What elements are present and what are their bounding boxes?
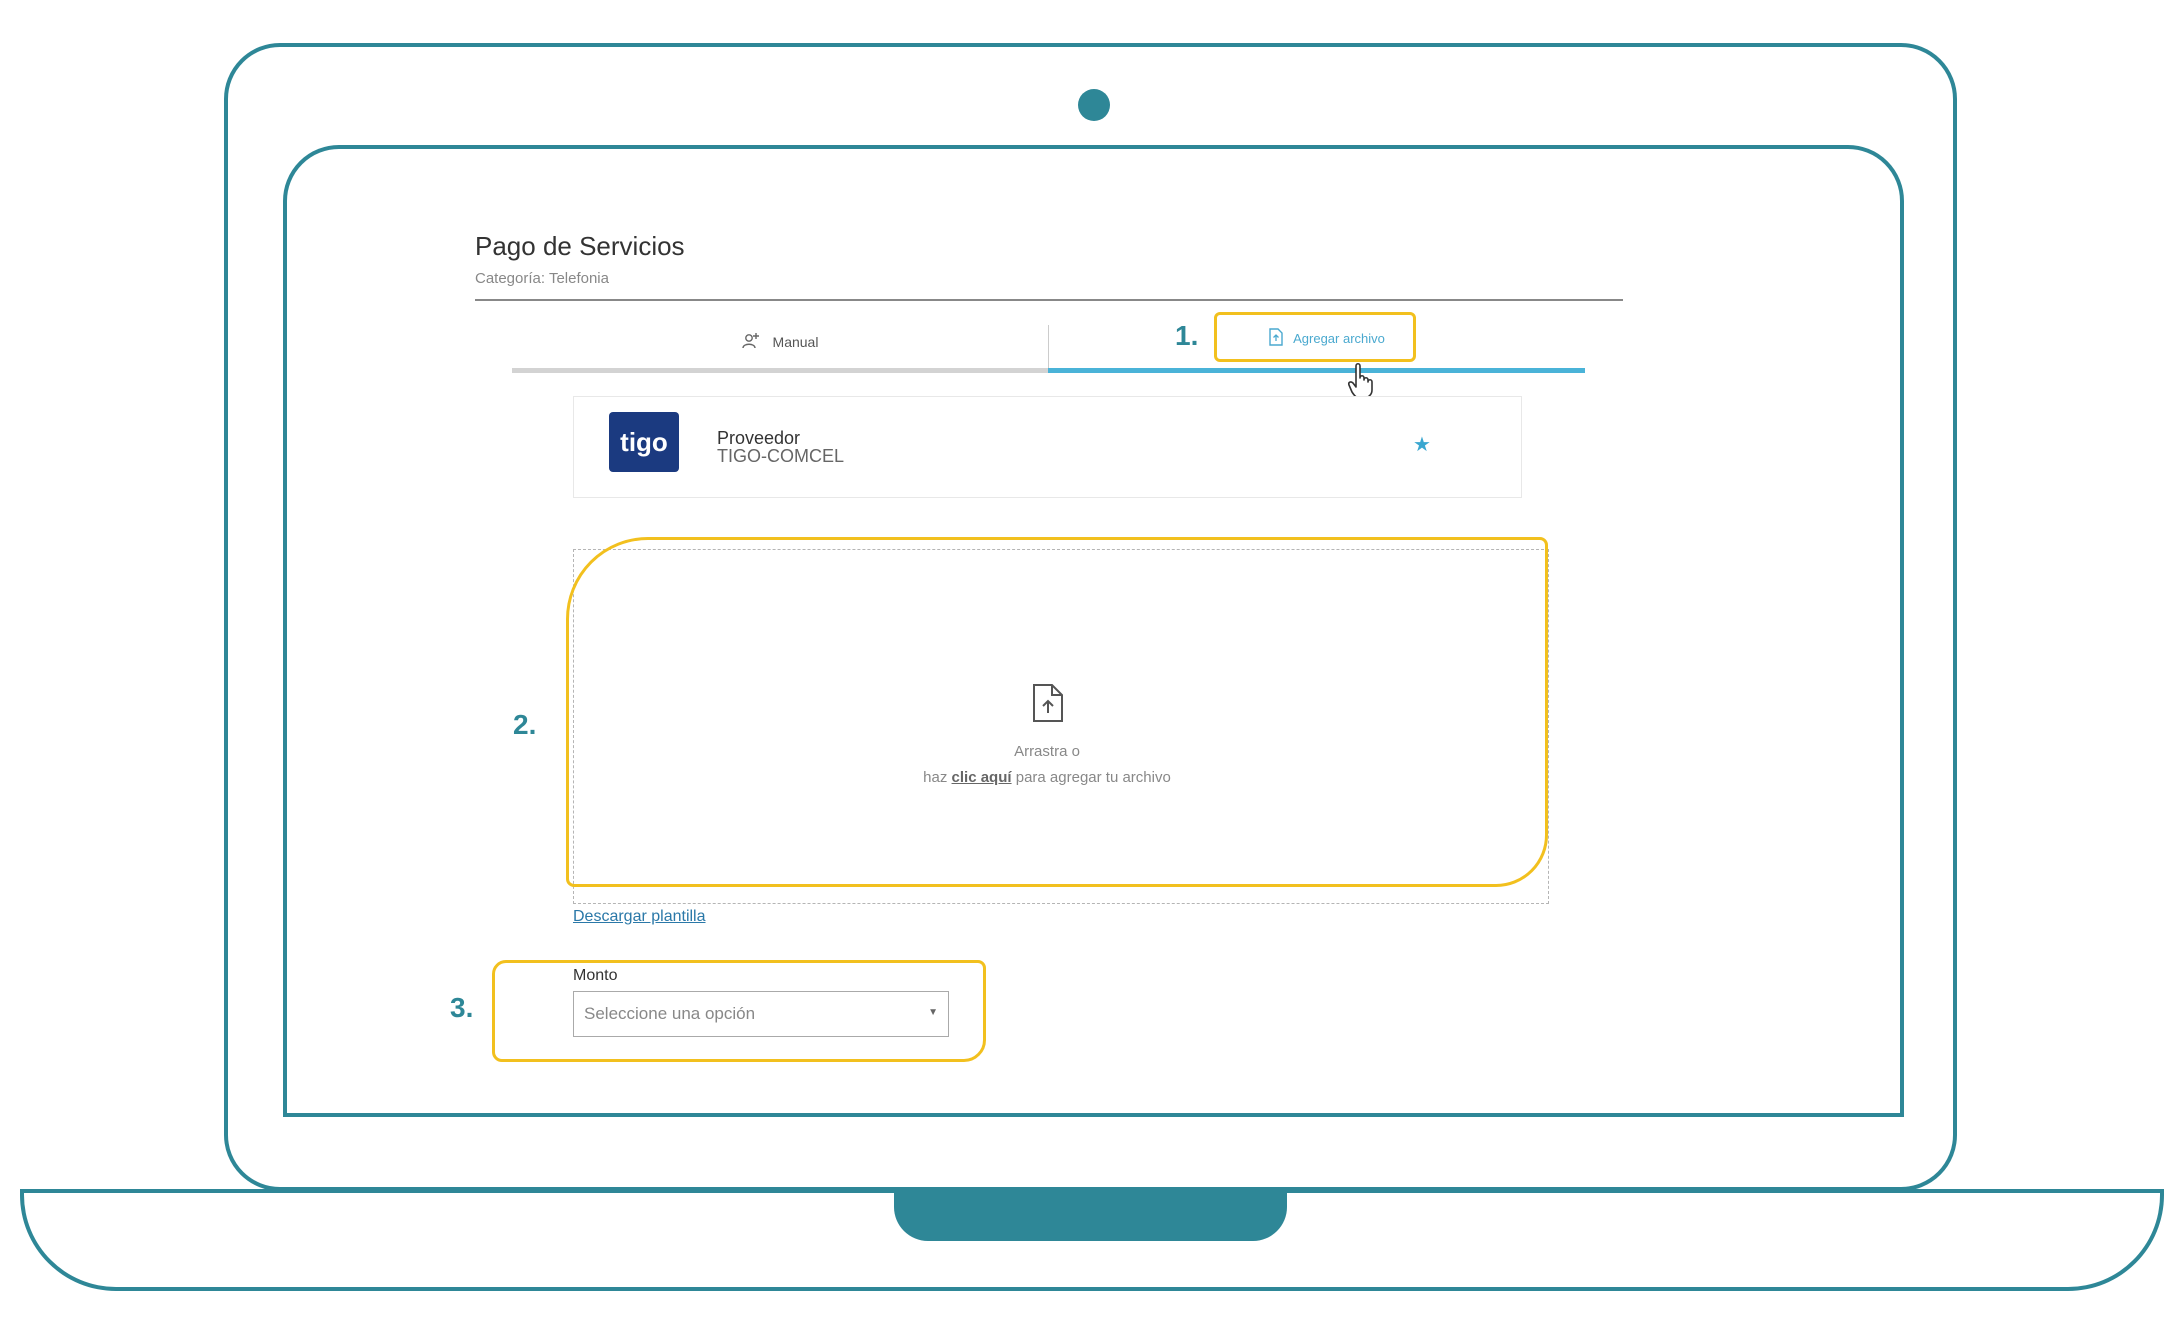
laptop-notch: [894, 1189, 1287, 1241]
step-marker-2: 2.: [513, 709, 537, 740]
tab-divider: [1048, 325, 1049, 373]
highlight-step-2: [566, 537, 1548, 887]
tigo-logo-text: tigo: [620, 426, 668, 457]
highlight-step-1: [1214, 312, 1416, 362]
tab-active-underline: [1048, 368, 1585, 373]
page-subtitle: Categoría: Telefonia: [475, 270, 609, 287]
step-marker-1: 1.: [1175, 320, 1199, 351]
user-add-icon: [741, 332, 761, 353]
title-divider: [475, 299, 1623, 301]
download-template-link[interactable]: Descargar plantilla: [573, 908, 706, 926]
provider-name: TIGO-COMCEL: [717, 446, 845, 466]
tab-manual-underline: [512, 368, 1048, 373]
page-title: Pago de Servicios: [475, 231, 685, 261]
laptop-camera: [1078, 89, 1110, 121]
step-marker-3: 3.: [450, 992, 474, 1023]
star-icon[interactable]: ★: [1413, 432, 1431, 457]
highlight-step-3: [492, 960, 986, 1062]
laptop-screen: Pago de Servicios Categoría: Telefonia M…: [283, 145, 1904, 1117]
tigo-logo: tigo: [609, 412, 679, 472]
tab-manual[interactable]: Manual: [512, 322, 1047, 362]
tab-manual-label: Manual: [772, 334, 819, 350]
provider-card: [573, 396, 1522, 498]
